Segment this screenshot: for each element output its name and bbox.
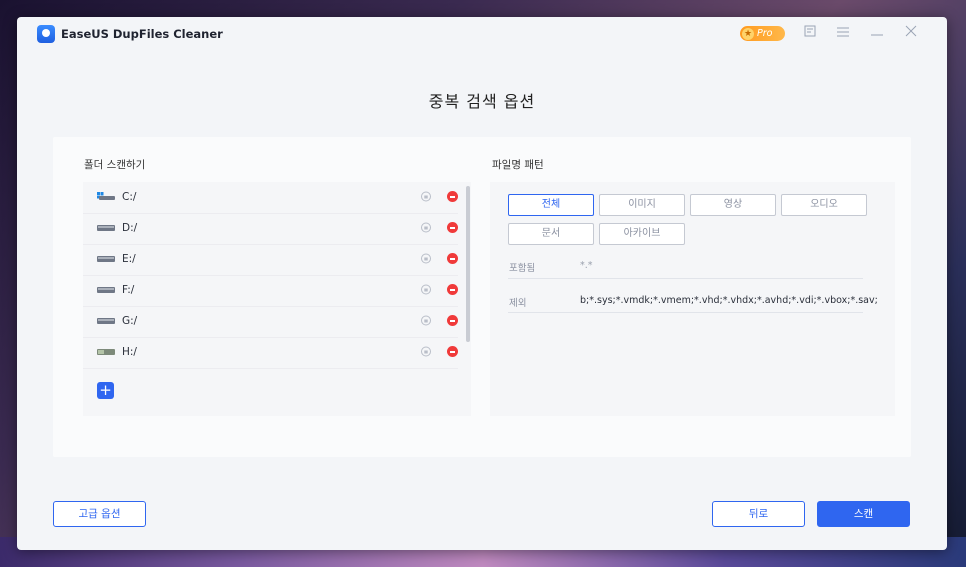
remove-drive-icon[interactable] — [447, 284, 458, 295]
drive-icon — [97, 256, 115, 262]
drive-label: D:/ — [122, 222, 138, 234]
options-panel: 폴더 스캔하기 파일명 패턴 C:/ D:/ E:/ F:/ G:/ H:/ +… — [53, 137, 911, 457]
drive-label: E:/ — [122, 253, 136, 265]
app-logo-icon — [37, 25, 55, 43]
windows-drive-icon — [97, 192, 115, 200]
include-field[interactable]: *.* — [580, 260, 593, 271]
app-window: EaseUS DupFiles Cleaner ★ Pro 중복 검색 옵션 폴… — [17, 17, 947, 550]
back-button[interactable]: 뒤로 — [712, 501, 805, 527]
file-pattern-area: 전체 이미지 영상 오디오 문서 아카이브 포함됨 *.* 제외 b;*.sys… — [490, 182, 895, 416]
exclude-label: 제외 — [509, 298, 527, 309]
folder-scan-label: 폴더 스캔하기 — [84, 159, 146, 171]
file-pattern-label: 파일명 패턴 — [492, 159, 544, 171]
drive-label: C:/ — [122, 191, 137, 203]
drive-row-g[interactable]: G:/ — [83, 306, 458, 338]
drive-row-f[interactable]: F:/ — [83, 275, 458, 307]
drive-icon — [97, 318, 115, 324]
star-icon: ★ — [742, 27, 754, 40]
filter-document-button[interactable]: 문서 — [508, 223, 594, 245]
app-title: EaseUS DupFiles Cleaner — [61, 27, 223, 41]
usb-drive-icon — [97, 349, 115, 355]
filter-audio-button[interactable]: 오디오 — [781, 194, 867, 216]
title-bar: EaseUS DupFiles Cleaner ★ Pro — [17, 17, 947, 51]
lock-icon[interactable] — [421, 346, 431, 357]
drive-row-e[interactable]: E:/ — [83, 244, 458, 276]
lock-icon[interactable] — [421, 191, 431, 202]
drive-list: C:/ D:/ E:/ F:/ G:/ H:/ + — [83, 182, 471, 416]
drive-label: F:/ — [122, 284, 135, 296]
drive-label: G:/ — [122, 315, 138, 327]
filter-all-button[interactable]: 전체 — [508, 194, 594, 216]
filter-image-button[interactable]: 이미지 — [599, 194, 685, 216]
remove-drive-icon[interactable] — [447, 222, 458, 233]
exclude-field[interactable]: b;*.sys;*.vmdk;*.vmem;*.vhd;*.vhdx;*.avh… — [580, 295, 878, 306]
drive-list-scrollbar[interactable] — [466, 186, 470, 342]
exclude-divider — [508, 312, 863, 313]
drive-label: H:/ — [122, 346, 137, 358]
scan-button[interactable]: 스캔 — [817, 501, 910, 527]
drive-row-d[interactable]: D:/ — [83, 213, 458, 245]
remove-drive-icon[interactable] — [447, 191, 458, 202]
page-title: 중복 검색 옵션 — [428, 92, 536, 111]
minimize-icon[interactable] — [868, 25, 886, 43]
pro-label: Pro — [757, 28, 773, 39]
feedback-icon[interactable] — [801, 25, 819, 43]
lock-icon[interactable] — [421, 253, 431, 264]
lock-icon[interactable] — [421, 222, 431, 233]
remove-drive-icon[interactable] — [447, 315, 458, 326]
pro-badge[interactable]: ★ Pro — [740, 26, 785, 41]
include-label: 포함됨 — [509, 263, 536, 274]
advanced-options-button[interactable]: 고급 옵션 — [53, 501, 146, 527]
remove-drive-icon[interactable] — [447, 253, 458, 264]
menu-icon[interactable] — [834, 25, 852, 43]
add-folder-button[interactable]: + — [97, 382, 114, 399]
filter-video-button[interactable]: 영상 — [690, 194, 776, 216]
lock-icon[interactable] — [421, 315, 431, 326]
drive-row-c[interactable]: C:/ — [83, 182, 458, 214]
close-icon[interactable] — [902, 25, 920, 43]
lock-icon[interactable] — [421, 284, 431, 295]
drive-icon — [97, 225, 115, 231]
include-divider — [508, 278, 863, 279]
filter-archive-button[interactable]: 아카이브 — [599, 223, 685, 245]
drive-icon — [97, 287, 115, 293]
remove-drive-icon[interactable] — [447, 346, 458, 357]
drive-row-h[interactable]: H:/ — [83, 337, 458, 369]
